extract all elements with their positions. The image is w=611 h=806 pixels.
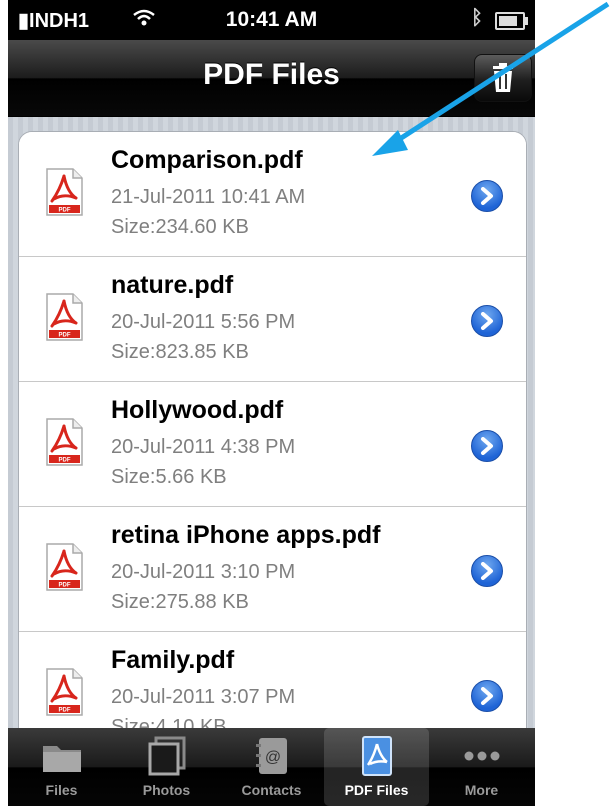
- photos-icon: [146, 736, 188, 776]
- tab-label: PDF Files: [344, 782, 409, 798]
- pdf-file-icon: PDF: [45, 293, 83, 341]
- file-name: nature.pdf: [111, 271, 234, 299]
- detail-disclosure-button[interactable]: [471, 430, 503, 462]
- phone-screen: ▮INDH1 10:41 AM ᛒ PDF Files PDF Comparis…: [8, 0, 535, 806]
- pdf-file-icon: PDF: [45, 668, 83, 716]
- tab-bar: Files Photos @ Contacts PDF Files More: [8, 728, 535, 806]
- file-name: Hollywood.pdf: [111, 396, 284, 424]
- file-name: Comparison.pdf: [111, 146, 303, 174]
- svg-text:PDF: PDF: [59, 708, 71, 714]
- more-icon: [461, 736, 503, 776]
- battery-icon: [495, 12, 528, 30]
- status-bar: ▮INDH1 10:41 AM ᛒ: [8, 0, 535, 40]
- folder-icon: [41, 736, 83, 776]
- file-list: PDF Comparison.pdf 21-Jul-2011 10:41 AM …: [18, 131, 527, 728]
- svg-text:PDF: PDF: [59, 583, 71, 589]
- svg-text:PDF: PDF: [59, 333, 71, 339]
- file-row[interactable]: PDF Comparison.pdf 21-Jul-2011 10:41 AM …: [19, 132, 526, 257]
- delete-button[interactable]: [474, 54, 532, 102]
- svg-text:PDF: PDF: [59, 458, 71, 464]
- file-size: Size:4.10 KB: [111, 716, 227, 728]
- tab-label: Photos: [142, 782, 191, 798]
- file-date: 21-Jul-2011 10:41 AM: [111, 186, 306, 208]
- status-time: 10:41 AM: [225, 8, 318, 31]
- file-size: Size:823.85 KB: [111, 341, 249, 363]
- page-title: PDF Files: [203, 58, 340, 91]
- file-row[interactable]: PDF Family.pdf 20-Jul-2011 3:07 PM Size:…: [19, 632, 526, 728]
- file-name: Family.pdf: [111, 646, 235, 674]
- file-size: Size:275.88 KB: [111, 591, 249, 613]
- nav-bar: PDF Files: [8, 40, 535, 117]
- detail-disclosure-button[interactable]: [471, 680, 503, 712]
- detail-disclosure-button[interactable]: [471, 180, 503, 212]
- detail-disclosure-button[interactable]: [471, 305, 503, 337]
- tab-label: More: [464, 782, 499, 798]
- tab-files[interactable]: Files: [9, 728, 114, 806]
- file-size: Size:234.60 KB: [111, 216, 249, 238]
- file-date: 20-Jul-2011 5:56 PM: [111, 311, 296, 333]
- tab-more[interactable]: More: [429, 728, 534, 806]
- file-name: retina iPhone apps.pdf: [111, 521, 381, 549]
- tab-label: Files: [45, 782, 78, 798]
- tab-contacts[interactable]: @ Contacts: [219, 728, 324, 806]
- list-background: PDF Comparison.pdf 21-Jul-2011 10:41 AM …: [8, 117, 535, 728]
- tab-pdf-files[interactable]: PDF Files: [324, 728, 429, 806]
- tab-label: Contacts: [241, 782, 302, 798]
- file-row[interactable]: PDF nature.pdf 20-Jul-2011 5:56 PM Size:…: [19, 257, 526, 382]
- detail-disclosure-button[interactable]: [471, 555, 503, 587]
- svg-text:@: @: [265, 749, 281, 766]
- trash-icon: [493, 63, 513, 92]
- file-row[interactable]: PDF retina iPhone apps.pdf 20-Jul-2011 3…: [19, 507, 526, 632]
- file-date: 20-Jul-2011 4:38 PM: [111, 436, 296, 458]
- file-date: 20-Jul-2011 3:10 PM: [111, 561, 296, 583]
- contacts-icon: @: [251, 736, 293, 776]
- bluetooth-icon: ᛒ: [471, 7, 483, 29]
- svg-text:PDF: PDF: [59, 208, 71, 214]
- pdf-file-icon: PDF: [45, 543, 83, 591]
- pdf-file-icon: PDF: [45, 168, 83, 216]
- tab-photos[interactable]: Photos: [114, 728, 219, 806]
- file-row[interactable]: PDF Hollywood.pdf 20-Jul-2011 4:38 PM Si…: [19, 382, 526, 507]
- file-date: 20-Jul-2011 3:07 PM: [111, 686, 296, 708]
- pdf-icon: [356, 736, 398, 776]
- pdf-file-icon: PDF: [45, 418, 83, 466]
- file-size: Size:5.66 KB: [111, 466, 227, 488]
